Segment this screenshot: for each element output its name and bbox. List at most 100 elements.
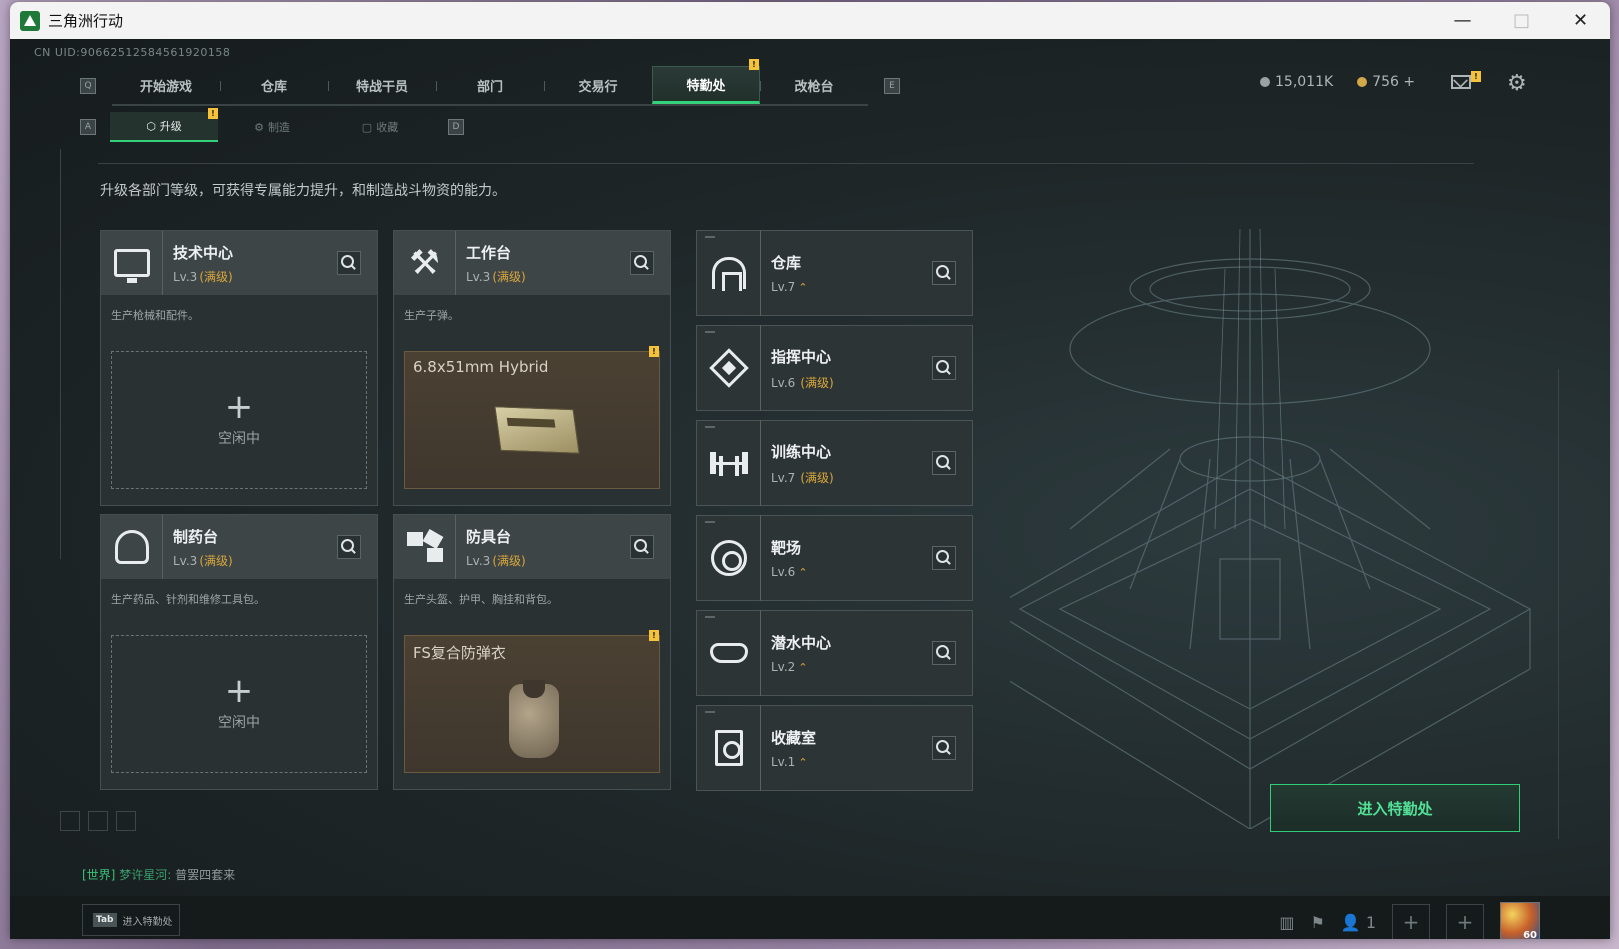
dept-collection[interactable]: 收藏室 Lv.1 ⌃: [696, 705, 973, 791]
workshop-level: Lv.3: [173, 553, 198, 568]
stats-icon[interactable]: ▥: [1279, 913, 1294, 932]
product-alert-badge: !: [649, 346, 659, 357]
dept-range[interactable]: 靶场 Lv.6 ⌃: [696, 515, 973, 601]
max-level-tag: (满级): [800, 375, 834, 390]
page-description: 升级各部门等级，可获得专属能力提升，和制造战斗物资的能力。: [100, 183, 506, 199]
workshop-card-pharmacy[interactable]: 制药台 Lv.3 (满级) 生产药品、针剂和维修工具包。 + 空闲中: [100, 514, 378, 790]
upgrade-icon: ⬡: [146, 119, 156, 133]
friends-button[interactable]: 👤 1: [1341, 913, 1376, 932]
dept-name: 指挥中心: [771, 347, 832, 366]
tab-start-game[interactable]: 开始游戏: [112, 66, 220, 104]
search-icon[interactable]: [337, 535, 361, 559]
production-slot[interactable]: FS复合防弹衣 !: [404, 630, 660, 773]
tab-hint-button[interactable]: Tab 进入特勤处: [82, 904, 180, 936]
subtab-craft[interactable]: ⚙ 制造: [218, 112, 326, 142]
chat-line[interactable]: [世界] 梦许星河: 普罢四套来: [82, 866, 235, 883]
max-level-tag: (满级): [800, 470, 834, 485]
workshop-name: 防具台: [466, 527, 512, 546]
dumbbell-icon: [709, 452, 748, 474]
idle-slot[interactable]: + 空闲中: [111, 351, 367, 489]
subnav-prev-key[interactable]: A: [80, 119, 96, 135]
monitor-icon: [113, 249, 150, 283]
chat-message: 普罢四套来: [175, 868, 236, 882]
dept-level: Lv.1: [771, 755, 796, 769]
enter-special-ops-button[interactable]: 进入特勤处: [1270, 784, 1520, 832]
bottom-bar: Tab 进入特勤处 ▥ ⚑ 👤 1 + + 60: [10, 896, 1610, 939]
subtab-upgrade-label: 升级: [159, 120, 182, 133]
dept-name: 潜水中心: [771, 634, 832, 652]
card-header: 防具台 Lv.3 (满级): [394, 515, 670, 579]
alert-badge: !: [749, 59, 759, 70]
vest-image: [509, 680, 559, 758]
idle-slot[interactable]: + 空闲中: [111, 635, 367, 773]
main-tabs: 开始游戏 仓库 特战干员 部门 交易行 特勤处 ! 改枪台: [112, 59, 868, 106]
hammer-icon: ⚒: [409, 243, 440, 283]
workshop-name: 工作台: [466, 243, 512, 262]
search-icon[interactable]: [932, 641, 956, 665]
armor-icon: [406, 532, 443, 562]
tab-special-ops[interactable]: 特勤处 !: [652, 59, 760, 104]
friends-icon: 👤: [1340, 912, 1361, 932]
search-icon[interactable]: [932, 451, 956, 475]
workshop-card-armor[interactable]: 防具台 Lv.3 (满级) 生产头盔、护甲、胸挂和背包。 FS复合防弹衣 !: [393, 514, 671, 790]
workshop-card-tech[interactable]: 技术中心 Lv.3 (满级) 生产枪械和配件。 + 空闲中: [100, 230, 378, 506]
slot-status: 空闲中: [218, 715, 260, 731]
dept-warehouse[interactable]: 仓库 Lv.7 ⌃: [696, 230, 973, 316]
goggles-icon: [709, 643, 748, 663]
main-nav: Q 开始游戏 仓库 特战干员 部门 交易行 特勤处 ! 改枪台 E: [80, 59, 900, 106]
minimize-button[interactable]: —: [1433, 2, 1492, 39]
plus-icon: +: [224, 671, 254, 711]
dept-level: Lv.2: [771, 660, 796, 674]
gold-currency[interactable]: 756 +: [1357, 74, 1415, 90]
search-icon[interactable]: [630, 535, 654, 559]
gold-coin-icon: [1357, 77, 1368, 87]
workshop-desc: 生产枪械和配件。: [111, 309, 199, 322]
dept-command[interactable]: 指挥中心 Lv.6 (满级): [696, 325, 973, 411]
vault-icon: [714, 730, 743, 766]
add-slot-button[interactable]: +: [1446, 904, 1484, 939]
nav-next-key[interactable]: E: [884, 78, 900, 94]
silver-coin-icon: [1260, 77, 1270, 87]
search-icon[interactable]: [337, 251, 361, 275]
gear-icon[interactable]: ⚙: [1507, 71, 1527, 96]
dept-training[interactable]: 训练中心 Lv.7 (满级): [696, 420, 973, 506]
close-button[interactable]: ✕: [1551, 2, 1610, 39]
workshop-card-workbench[interactable]: ⚒ 工作台 Lv.3 (满级) 生产子弹。 6.8x51mm Hybrid !: [393, 230, 671, 506]
search-icon[interactable]: [932, 261, 956, 285]
bottom-decor: [60, 811, 136, 831]
subtab-upgrade[interactable]: ⬡ 升级 !: [110, 108, 218, 142]
workshop-desc: 生产药品、针剂和维修工具包。: [111, 593, 265, 606]
tab-department[interactable]: 部门: [436, 66, 544, 104]
tab-trading[interactable]: 交易行: [544, 66, 652, 104]
search-icon[interactable]: [630, 251, 654, 275]
subtab-collection[interactable]: ▢ 收藏: [326, 112, 434, 142]
tab-hint-label: 进入特勤处: [122, 916, 173, 928]
sub-nav: A ⬡ 升级 ! ⚙ 制造 ▢ 收藏 D: [80, 108, 464, 142]
mail-icon[interactable]: [1451, 75, 1471, 89]
search-icon[interactable]: [932, 356, 956, 380]
nav-prev-key[interactable]: Q: [80, 78, 96, 94]
production-slot[interactable]: 6.8x51mm Hybrid !: [404, 346, 660, 489]
search-icon[interactable]: [932, 736, 956, 760]
silver-currency[interactable]: 15,011K: [1260, 74, 1333, 90]
upgrade-arrow-icon: ⌃: [798, 661, 808, 674]
search-icon[interactable]: [932, 546, 956, 570]
subtab-craft-label: 制造: [267, 121, 290, 134]
maximize-button[interactable]: □: [1492, 2, 1551, 39]
window-title: 三角洲行动: [48, 12, 124, 30]
flag-icon[interactable]: ⚑: [1310, 913, 1324, 932]
dept-diving[interactable]: 潜水中心 Lv.2 ⌃: [696, 610, 973, 696]
dept-name: 收藏室: [771, 729, 817, 747]
hq-wireframe-image: [1010, 229, 1532, 829]
avatar[interactable]: 60: [1500, 902, 1540, 939]
tab-gunsmith[interactable]: 改枪台: [760, 66, 868, 104]
workshop-name: 制药台: [173, 527, 219, 546]
subnav-next-key[interactable]: D: [448, 119, 464, 135]
app-logo-icon: [20, 10, 40, 31]
tab-operators[interactable]: 特战干员: [328, 66, 436, 104]
dept-name: 靶场: [771, 539, 802, 557]
add-slot-button[interactable]: +: [1392, 904, 1430, 939]
tab-warehouse[interactable]: 仓库: [220, 66, 328, 104]
chat-user: 梦许星河:: [119, 868, 172, 882]
upgrade-arrow-icon: ⌃: [798, 281, 808, 294]
